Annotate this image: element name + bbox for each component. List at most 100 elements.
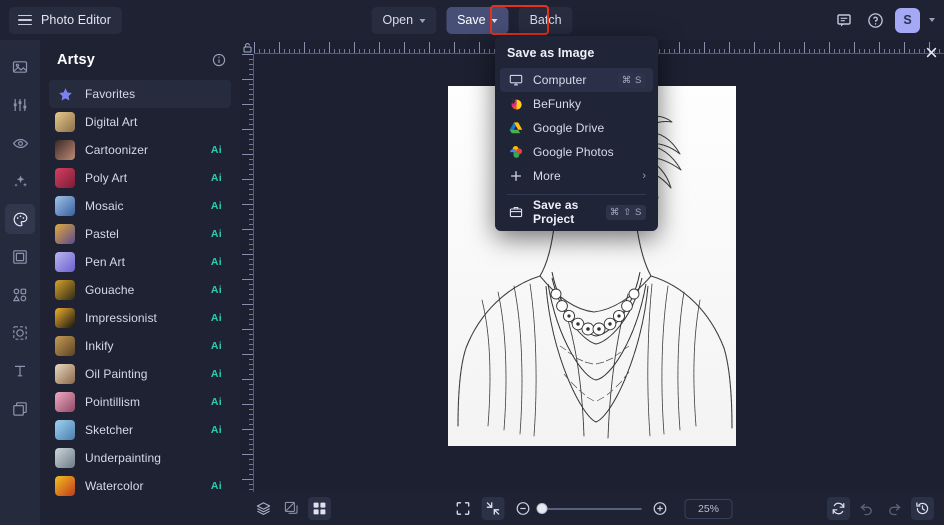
save-as-project-item[interactable]: Save as Project ⌘ ⇧ S [500,198,653,226]
zoom-slider[interactable] [536,502,642,514]
open-button[interactable]: Open [371,6,437,34]
effects-list[interactable]: Favorites Digital Art Cartoonizer Ai Poly Ar… [40,80,240,523]
zoom-in-button[interactable] [649,497,672,520]
effect-item-sketcher[interactable]: Sketcher Ai [49,416,231,444]
effect-thumbnail [55,420,75,440]
rail-item-artsy[interactable] [5,204,35,234]
save-button[interactable]: Save [446,6,509,34]
rail-item-effects[interactable] [5,166,35,196]
effect-item-inkify[interactable]: Inkify Ai [49,332,231,360]
feedback-icon[interactable] [833,9,855,31]
effect-item-cartoonizer[interactable]: Cartoonizer Ai [49,136,231,164]
open-label: Open [382,13,414,27]
effect-label: Digital Art [85,115,138,129]
effect-item-favorites[interactable]: Favorites [49,80,231,108]
rail-item-text[interactable] [5,356,35,386]
effect-item-gouache[interactable]: Gouache Ai [49,276,231,304]
effect-thumbnail [55,336,75,356]
layers-icon[interactable] [252,497,275,520]
ai-badge: Ai [210,228,222,240]
effect-item-pastel[interactable]: Pastel Ai [49,220,231,248]
rail-item-layers-copy[interactable] [5,394,35,424]
effect-thumbnail [55,392,75,412]
save-menu-item-label: Computer [533,73,587,87]
hamburger-icon [18,14,32,26]
avatar[interactable]: S [895,7,920,33]
effect-item-pen-art[interactable]: Pen Art Ai [49,248,231,276]
effect-item-impressionist[interactable]: Impressionist Ai [49,304,231,332]
save-menu-items: Computer ⌘ S BeFunky Google Drive Google Pho… [495,68,658,188]
bottom-right-tools [827,497,934,520]
grid-view-icon[interactable] [308,497,331,520]
effect-item-oil-painting[interactable]: Oil Painting Ai [49,360,231,388]
save-menu-title: Save as Image [507,46,595,60]
effect-item-pointillism[interactable]: Pointillism Ai [49,388,231,416]
page-title: Artsy [57,52,96,68]
save-as-project-shortcut: ⌘ ⇧ S [605,204,646,220]
effect-thumbnail [55,168,75,188]
star-icon [55,84,75,104]
ai-badge: Ai [210,172,222,184]
vertical-ruler[interactable] [240,54,254,525]
zoom-slider-knob[interactable] [536,502,548,514]
rail-item-frames[interactable] [5,242,35,272]
rail-item-retouch[interactable] [5,128,35,158]
artsy-panel: Artsy Favorites Digital Art Cartoonizer Ai P… [40,40,240,525]
effect-item-watercolor[interactable]: Watercolor Ai [49,472,231,500]
rail-item-adjust[interactable] [5,90,35,120]
batch-button[interactable]: Batch [518,6,573,34]
rail-item-graphics[interactable] [5,280,35,310]
save-label: Save [457,13,486,27]
ai-badge: Ai [210,396,222,408]
effect-item-digital-art[interactable]: Digital Art [49,108,231,136]
save-menu-item-befunky[interactable]: BeFunky [500,92,653,116]
google-photos-icon [507,145,525,159]
save-menu-item-label: Google Photos [533,145,614,159]
zoom-out-button[interactable] [512,497,535,520]
effect-label: Mosaic [85,199,124,213]
info-circle-icon[interactable] [212,53,226,67]
compare-icon[interactable] [280,497,303,520]
ai-badge: Ai [210,424,222,436]
effect-thumbnail [55,364,75,384]
rail-item-image[interactable] [5,52,35,82]
effect-item-mosaic[interactable]: Mosaic Ai [49,192,231,220]
effect-thumbnail [55,196,75,216]
ai-badge: Ai [210,200,222,212]
zoom-slider-track[interactable] [536,502,642,514]
bottom-toolbar: 25% [240,492,944,525]
avatar-initial: S [903,13,912,27]
effect-label: Sketcher [85,423,134,437]
shrink-to-fit-icon[interactable] [481,497,505,520]
chevron-right-icon: › [642,170,646,182]
app-menu-button[interactable]: Photo Editor [9,6,122,34]
history-icon[interactable] [911,497,934,520]
reset-icon[interactable] [827,497,850,520]
effect-label: Pen Art [85,255,126,269]
menu-divider [507,194,646,195]
effect-item-underpainting[interactable]: Underpainting [49,444,231,472]
effect-thumbnail [55,280,75,300]
save-menu-item-more[interactable]: More › [500,164,653,188]
undo-icon[interactable] [855,497,878,520]
save-menu-item-label: BeFunky [533,97,582,111]
save-menu-item-label: Google Drive [533,121,605,135]
close-icon[interactable] [922,43,940,61]
ruler-lock-icon[interactable] [240,40,254,54]
redo-icon[interactable] [883,497,906,520]
save-menu-item-computer[interactable]: Computer ⌘ S [500,68,653,92]
fit-to-screen-icon[interactable] [452,497,475,520]
account-chevron-down-icon[interactable] [929,18,935,22]
save-dropdown-menu: Save as Image Computer ⌘ S BeFunky Google D… [495,36,658,231]
top-right-actions: S [833,7,935,33]
rail-item-overlays[interactable] [5,318,35,348]
help-icon[interactable] [864,9,886,31]
save-menu-item-google-photos[interactable]: Google Photos [500,140,653,164]
ai-badge: Ai [210,480,222,492]
effect-thumbnail [55,112,75,132]
save-menu-item-google-drive[interactable]: Google Drive [500,116,653,140]
effect-item-poly-art[interactable]: Poly Art Ai [49,164,231,192]
bottom-left-tools [252,497,331,520]
effect-label: Cartoonizer [85,143,149,157]
zoom-level-input[interactable]: 25% [684,498,733,519]
